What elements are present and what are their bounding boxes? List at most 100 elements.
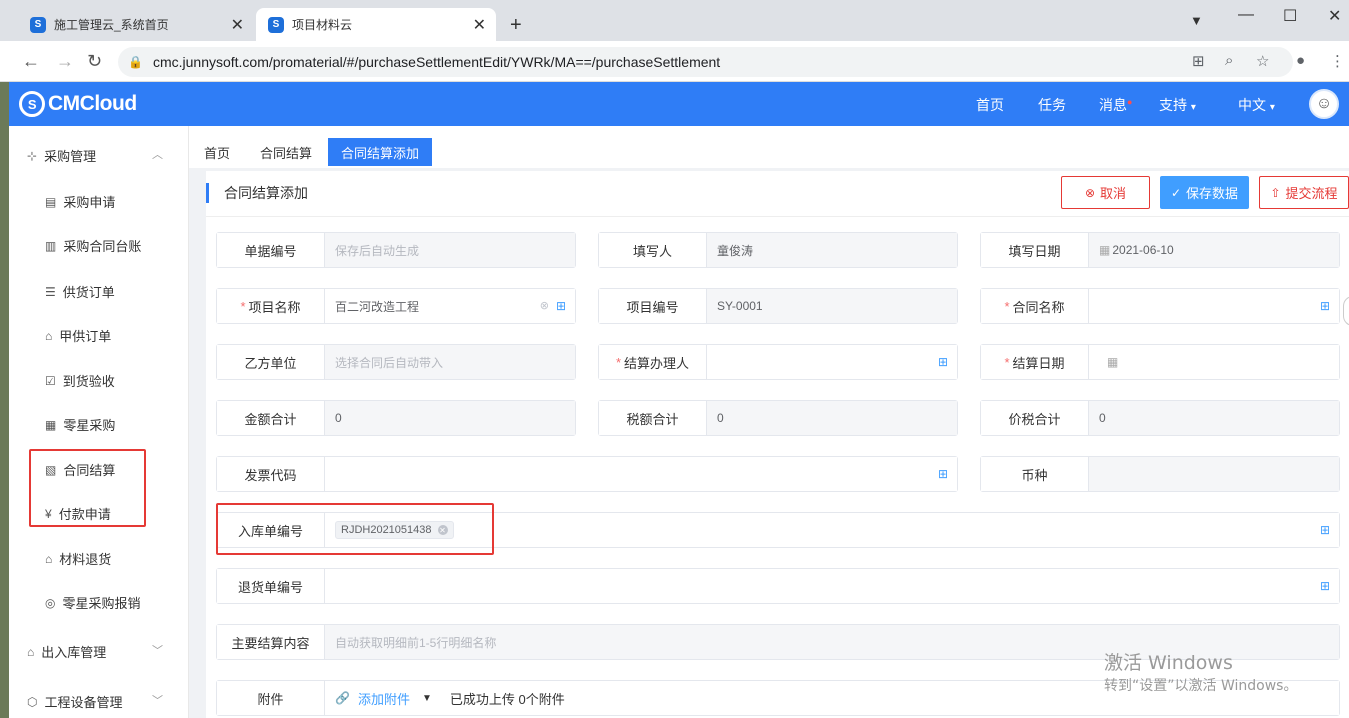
nav-home[interactable]: 首页 [976,95,1004,115]
star-icon[interactable]: ☆ [1256,52,1269,70]
sidebar-item-label: 甲供订单 [59,329,112,344]
sidebar-group-warehouse[interactable]: ⌂ 出入库管理 [27,642,106,661]
browser-tab[interactable]: S 施工管理云_系统首页 ✕ [18,8,254,41]
field-label: 税额合计 [599,401,707,435]
tab-search-icon[interactable]: ▼ [1190,13,1203,28]
back-icon[interactable]: ← [22,51,40,72]
unread-dot-icon: ● [1127,97,1133,107]
save-button[interactable]: ✓ 保存数据 [1160,176,1249,209]
invoice-code-input[interactable]: ⊞ [325,457,957,491]
sidebar-group-label: 出入库管理 [41,645,107,660]
filled-by-field: 填写人 童俊涛 [598,232,958,268]
tab-contract-settlement[interactable]: 合同结算 [247,138,325,166]
submit-button[interactable]: ⇧ 提交流程 [1259,176,1349,209]
clear-icon[interactable]: ⊗ [540,299,549,312]
sidebar-item-supply-order[interactable]: ☰ 供货订单 [45,282,115,301]
sidebar-item-owner-supply-order[interactable]: ⌂ 甲供订单 [45,326,111,345]
save-label: 保存数据 [1186,186,1239,201]
project-no-field: 项目编号 SY-0001 [598,288,958,324]
nav-language[interactable]: 中文 ▾ [1238,95,1275,115]
url-text: cmc.junnysoft.com/promaterial/#/purchase… [152,54,721,70]
sidebar-item-label: 供货订单 [62,285,115,300]
grid-select-icon[interactable]: ⊞ [1320,299,1330,313]
reload-icon[interactable]: ↻ [87,51,102,72]
field-label-text: 结算办理人 [624,355,690,371]
sidebar-group-equipment[interactable]: ⬡ 工程设备管理 [27,692,123,711]
contract-name-field: * 合同名称 ⊞ [980,288,1340,324]
attachment-dropdown-icon[interactable]: ▼ [422,693,432,704]
grid-select-icon[interactable]: ⊞ [1320,579,1330,593]
nav-messages[interactable]: 消息● [1099,95,1132,115]
sidebar-item-reimbursement[interactable]: ◎ 零星采购报销 [45,593,141,612]
settle-date-input[interactable]: ▦ [1089,345,1339,379]
cancel-button[interactable]: ⊗ 取消 [1061,176,1150,209]
fill-date-text: 2021-06-10 [1112,243,1174,257]
project-name-input[interactable]: 百二河改造工程 ⊗ ⊞ [325,289,575,323]
nav-support[interactable]: 支持 ▾ [1159,95,1196,115]
sidebar-item-sporadic-purchase[interactable]: ▦ 零星采购 [45,415,115,434]
chevron-down-icon: ﹀ [152,695,163,707]
currency-value [1089,457,1339,491]
sidebar-item-purchase-request[interactable]: ▤ 采购申请 [45,192,115,211]
grid-select-icon[interactable]: ⊞ [1320,523,1330,537]
fill-date-value: ▦ 2021-06-10 [1089,233,1339,267]
doc-no-field: 单据编号 保存后自动生成 [216,232,576,268]
sidebar-item-contract-ledger[interactable]: ▥ 采购合同台账 [45,236,141,255]
highlight-box [29,449,146,527]
check-icon: ☑ [45,373,56,388]
project-name-field: * 项目名称 百二河改造工程 ⊗ ⊞ [216,288,576,324]
org-chart-icon: ⊹ [27,148,38,163]
field-label-text: 项目名称 [248,299,301,315]
side-panel-handle[interactable] [1343,296,1349,326]
profile-icon[interactable]: ● [1296,52,1305,69]
maximize-icon[interactable]: ☐ [1283,6,1297,26]
grid-select-icon[interactable]: ⊞ [938,467,948,481]
party-b-field: 乙方单位 选择合同后自动带入 [216,344,576,380]
contract-name-input[interactable]: ⊞ [1089,289,1339,323]
amount-total-value: 0 [325,401,575,435]
sidebar-item-arrival-check[interactable]: ☑ 到货验收 [45,371,115,390]
zoom-icon[interactable]: ⌕ [1225,52,1233,69]
minimize-icon[interactable]: — [1238,6,1254,24]
chevron-down-icon: ▾ [1190,102,1196,113]
browser-tab-active[interactable]: S 项目材料云 ✕ [256,8,496,41]
close-tab-icon[interactable]: ✕ [473,15,486,35]
add-attachment-link[interactable]: 添加附件 [358,689,410,708]
sidebar-item-label: 零星采购报销 [62,596,141,611]
grid-select-icon[interactable]: ⊞ [556,299,566,313]
window-close-icon[interactable]: ✕ [1328,6,1341,26]
field-label: 发票代码 [217,457,325,491]
project-name-text: 百二河改造工程 [335,299,420,314]
menu-icon[interactable]: ⋮ [1330,52,1345,70]
sidebar-group-label: 采购管理 [44,149,97,164]
chevron-down-icon: ﹀ [152,645,163,657]
translate-icon[interactable]: ⊞ [1192,52,1205,70]
site-favicon-icon: S [268,16,284,33]
return-no-input[interactable]: ⊞ [325,569,1339,603]
calendar-icon: ▦ [1099,243,1111,257]
tab-contract-settlement-add[interactable]: 合同结算添加 [328,138,433,166]
tab-home[interactable]: 首页 [191,138,243,166]
close-tab-icon[interactable]: ✕ [231,15,244,35]
calendar-icon: ▦ [1107,355,1119,369]
sidebar: ⊹ 采购管理 ︿ ▤ 采购申请 ▥ 采购合同台账 ☰ 供货订单 ⌂ 甲供订单 ☑ 到货验收… [9,126,189,718]
sidebar-group-purchase[interactable]: ⊹ 采购管理 [27,146,96,165]
user-avatar[interactable]: ☺ [1309,89,1339,119]
chevron-up-icon: ︿ [152,149,163,161]
handler-input[interactable]: ⊞ [707,345,957,379]
chevron-down-icon: ▾ [1269,102,1275,113]
upload-icon: ⇧ [1270,185,1281,200]
price-tax-total-value: 0 [1089,401,1339,435]
app-logo[interactable]: S CMCloud [19,91,137,117]
address-bar[interactable]: 🔒 cmc.junnysoft.com/promaterial/#/purcha… [118,47,1293,77]
sidebar-item-material-return[interactable]: ⌂ 材料退货 [45,549,111,568]
main-area: 首页 合同结算 合同结算添加 合同结算添加 ⊗ 取消 ✓ 保存数据 ⇧ 提交流程 单据… [189,126,1349,718]
forward-icon[interactable]: → [56,51,74,72]
grid-select-icon[interactable]: ⊞ [938,355,948,369]
page-title: 合同结算添加 [206,183,308,203]
required-mark: * [1004,298,1010,314]
filled-by-value: 童俊涛 [707,233,957,267]
field-label: * 合同名称 [981,289,1089,323]
nav-tasks[interactable]: 任务 [1038,95,1066,115]
new-tab-icon[interactable]: + [510,14,522,37]
